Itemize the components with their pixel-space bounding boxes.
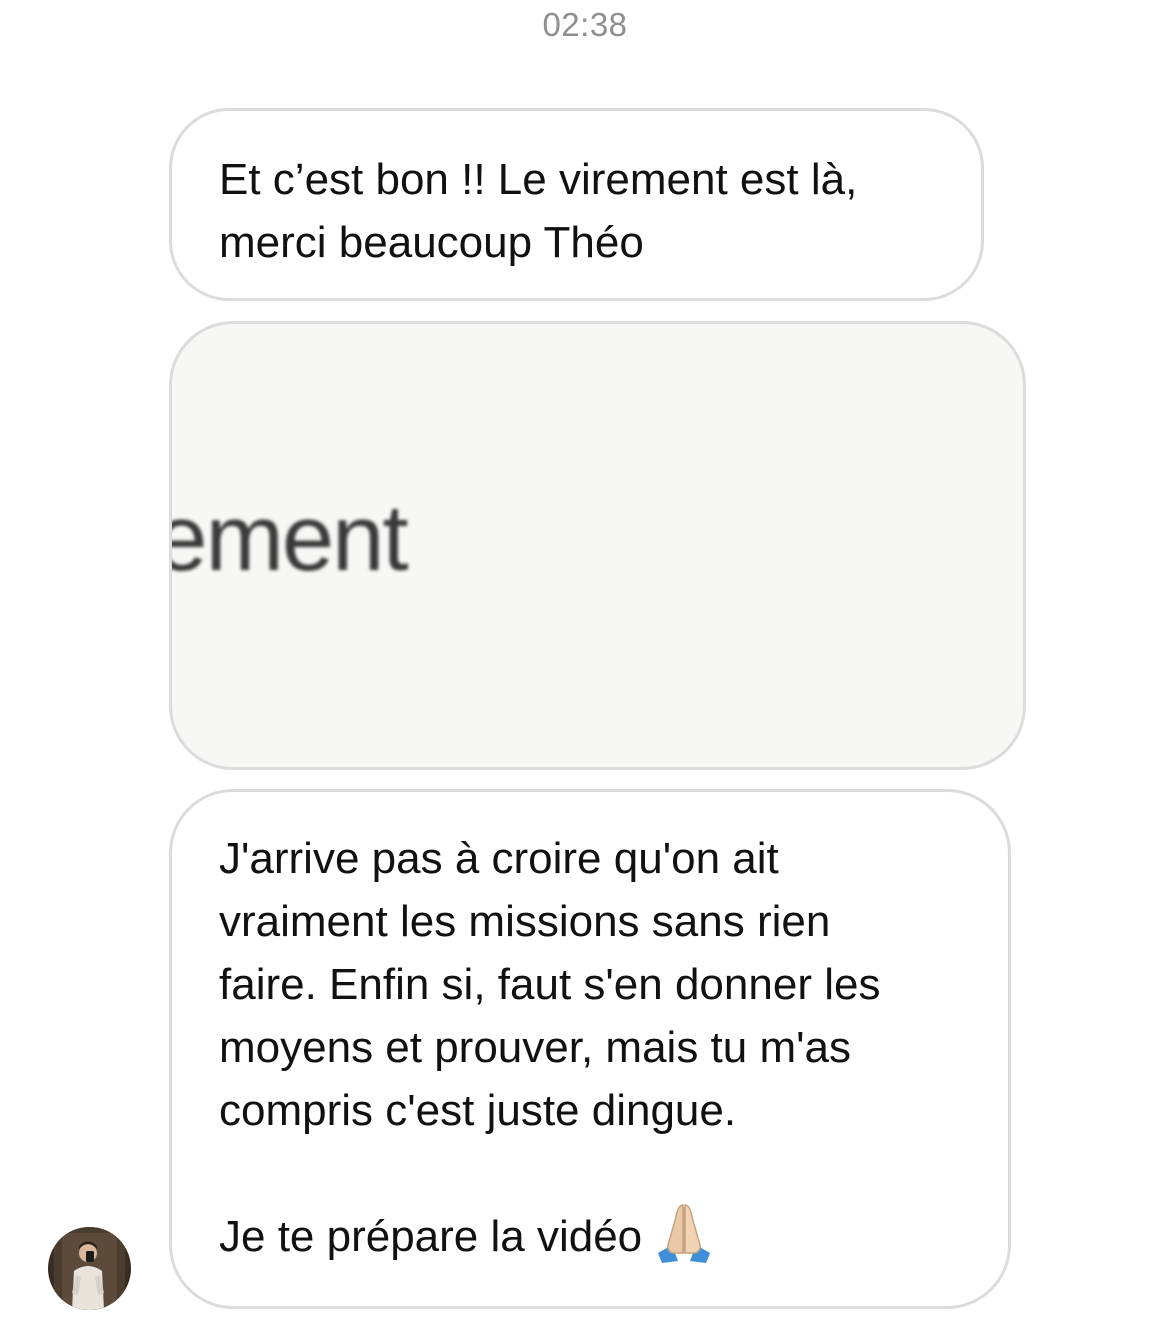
message-3-line-2: vraiment les missions sans rien: [219, 897, 831, 946]
folded-hands-icon: [652, 1201, 716, 1265]
message-3-line-3: faire. Enfin si, faut s'en donner les: [219, 960, 881, 1009]
image-message-text: rement: [172, 485, 409, 590]
message-3-line-4: moyens et prouver, mais tu m'as: [219, 1023, 851, 1072]
message-bubble-3[interactable]: J'arrive pas à croire qu'on ait vraiment…: [169, 789, 1011, 1309]
avatar[interactable]: [48, 1227, 131, 1310]
image-message[interactable]: rement: [169, 321, 1026, 770]
message-3-closing: Je te prépare la vidéo: [219, 1204, 968, 1271]
message-timestamp: 02:38: [542, 6, 628, 43]
message-bubble-1[interactable]: Et c’est bon !! Le virement est là, merc…: [169, 108, 984, 301]
message-1-line-1: Et c’est bon !! Le virement est là,: [219, 155, 858, 204]
message-3-line-1: J'arrive pas à croire qu'on ait: [219, 834, 779, 883]
message-3-line-5: compris c'est juste dingue.: [219, 1086, 737, 1135]
message-3-closing-text: Je te prépare la vidéo: [219, 1212, 643, 1261]
message-1-line-2: merci beaucoup Théo: [219, 218, 644, 267]
